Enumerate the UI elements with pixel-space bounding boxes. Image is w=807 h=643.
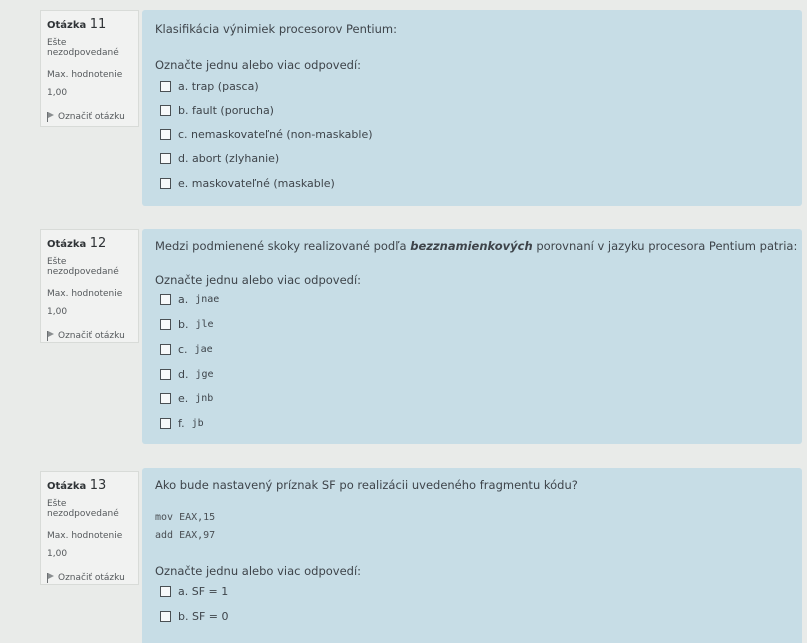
question-number: Otázka 13	[47, 478, 107, 493]
max-grade-label: Max. hodnotenie	[47, 289, 123, 299]
flag-icon	[47, 573, 54, 583]
flag-question-link[interactable]: Označiť otázku	[47, 112, 138, 122]
question-info: Otázka 13 Ešte nezodpovedané Max. hodnot…	[40, 471, 139, 585]
max-grade-label: Max. hodnotenie	[47, 531, 123, 541]
max-grade-value: 1,00	[47, 88, 68, 98]
answer-option[interactable]: a. SF = 1	[160, 585, 228, 598]
question-info: Otázka 12 Ešte nezodpovedané Max. hodnot…	[40, 229, 139, 343]
question-text: Medzi podmienené skoky realizované podľa…	[155, 239, 798, 253]
answer-option[interactable]: a. trap (pasca)	[160, 80, 259, 93]
question-content: Medzi podmienené skoky realizované podľa…	[142, 229, 802, 444]
answer-prompt: Označte jednu alebo viac odpovedí:	[155, 273, 362, 287]
flag-icon	[47, 331, 54, 341]
question-status: Ešte nezodpovedané	[47, 38, 119, 58]
question-status: Ešte nezodpovedané	[47, 499, 119, 519]
flag-question-link[interactable]: Označiť otázku	[47, 331, 138, 341]
code-line: add EAX,97	[155, 530, 216, 541]
max-grade-label: Max. hodnotenie	[47, 70, 123, 80]
checkbox[interactable]	[160, 611, 171, 622]
answer-option[interactable]: b. jle	[160, 318, 214, 331]
checkbox[interactable]	[160, 393, 171, 404]
max-grade-value: 1,00	[47, 307, 68, 317]
question-status: Ešte nezodpovedané	[47, 257, 119, 277]
checkbox[interactable]	[160, 586, 171, 597]
code-line: mov EAX,15	[155, 512, 216, 523]
question-text: Ako bude nastavený príznak SF po realizá…	[155, 478, 578, 492]
checkbox[interactable]	[160, 294, 171, 305]
question-number: Otázka 12	[47, 236, 107, 251]
checkbox[interactable]	[160, 178, 171, 189]
answer-prompt: Označte jednu alebo viac odpovedí:	[155, 58, 362, 72]
flag-question-link[interactable]: Označiť otázku	[47, 573, 138, 583]
flag-icon	[47, 112, 54, 122]
answer-option[interactable]: c. nemaskovateľné (non-maskable)	[160, 128, 373, 141]
checkbox[interactable]	[160, 129, 171, 140]
answer-option[interactable]: b. SF = 0	[160, 610, 229, 623]
answer-option[interactable]: d. jge	[160, 368, 214, 381]
answer-option[interactable]: d. abort (zlyhanie)	[160, 152, 279, 165]
checkbox[interactable]	[160, 319, 171, 330]
answer-prompt: Označte jednu alebo viac odpovedí:	[155, 564, 362, 578]
answer-option[interactable]: f. jb	[160, 417, 204, 430]
checkbox[interactable]	[160, 81, 171, 92]
checkbox[interactable]	[160, 153, 171, 164]
checkbox[interactable]	[160, 344, 171, 355]
question-content: Ako bude nastavený príznak SF po realizá…	[142, 468, 802, 643]
answer-option[interactable]: b. fault (porucha)	[160, 104, 274, 117]
question-number: Otázka 11	[47, 17, 107, 32]
question-info: Otázka 11 Ešte nezodpovedané Max. hodnot…	[40, 10, 139, 127]
answer-option[interactable]: e. maskovateľné (maskable)	[160, 177, 335, 190]
checkbox[interactable]	[160, 105, 171, 116]
max-grade-value: 1,00	[47, 549, 68, 559]
checkbox[interactable]	[160, 369, 171, 380]
question-content: Klasifikácia výnimiek procesorov Pentium…	[142, 10, 802, 206]
answer-option[interactable]: a. jnae	[160, 293, 219, 306]
answer-option[interactable]: e. jnb	[160, 392, 213, 405]
checkbox[interactable]	[160, 418, 171, 429]
question-text: Klasifikácia výnimiek procesorov Pentium…	[155, 22, 397, 36]
answer-option[interactable]: c. jae	[160, 343, 213, 356]
